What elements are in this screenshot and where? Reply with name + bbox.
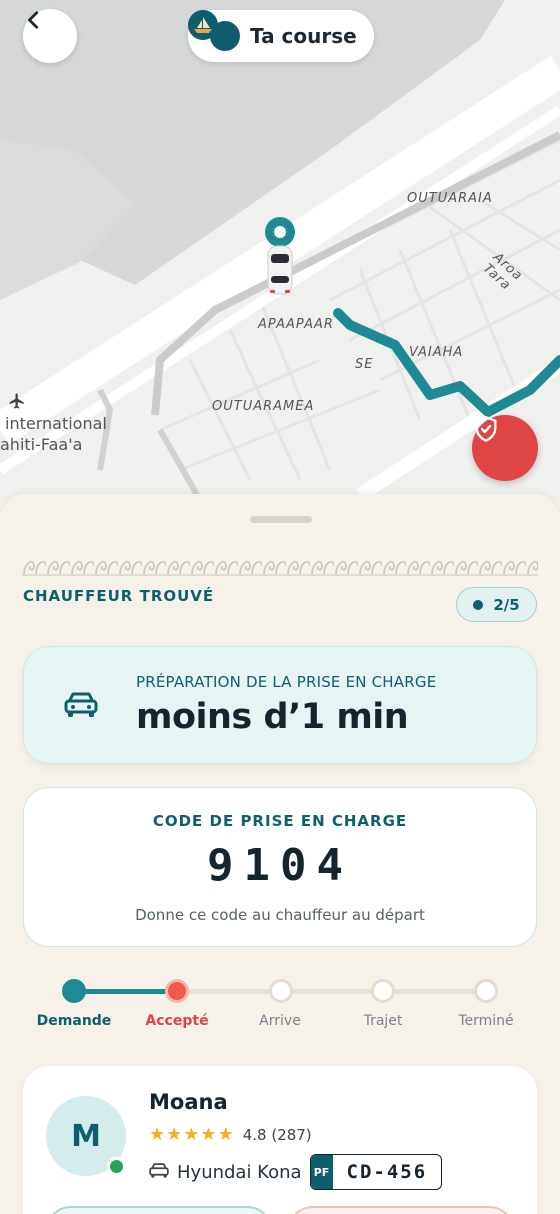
safety-button[interactable] <box>472 415 538 481</box>
progress-step-label: Terminé <box>458 1013 514 1029</box>
progress-step-node-arrive <box>269 979 293 1003</box>
avatar-initial: M <box>71 1118 101 1154</box>
progress-step-label: Trajet <box>363 1013 403 1029</box>
sheet-drag-handle[interactable] <box>250 516 312 523</box>
map-label-outuaramea: OUTUARAMEA <box>212 399 315 414</box>
online-status-dot <box>107 1157 126 1176</box>
call-button[interactable] <box>45 1206 273 1214</box>
car-marker-icon <box>264 216 298 296</box>
plate-country: PF <box>310 1155 333 1189</box>
step-badge: 2/5 <box>456 587 537 622</box>
ride-bottom-sheet[interactable]: CHAUFFEUR TROUVÉ 2/5 PRÉPARATION DE LA P… <box>0 494 560 1214</box>
map-label-apaapaar: APAAPAAR <box>258 317 334 332</box>
map-label-vaiaha: VAIAHA <box>409 345 464 360</box>
star-icon: ★ <box>217 1124 234 1145</box>
driver-card[interactable]: M Moana ★ ★ ★ ★ ★ 4.8 (287) Hyundai Kona <box>23 1066 537 1214</box>
step-dot <box>473 599 484 610</box>
back-button[interactable] <box>23 9 77 63</box>
map-view[interactable]: OUTUARAIA Aroa Tara APAAPAAR VAIAHA SE O… <box>0 0 560 500</box>
boat-logo-icon <box>188 10 240 51</box>
pickup-code-label: CODE DE PRISE EN CHARGE <box>152 812 408 830</box>
progress-step-label: Arrive <box>259 1013 301 1029</box>
map-label-outuaraia: OUTUARAIA <box>407 191 493 206</box>
star-icon: ★ <box>149 1124 166 1145</box>
rating-text: 4.8 (287) <box>242 1125 312 1144</box>
vehicle-info: Hyundai Kona PF CD-456 <box>149 1154 443 1190</box>
progress-step-label: Demande <box>36 1013 112 1029</box>
driver-rating: ★ ★ ★ ★ ★ 4.8 (287) <box>149 1124 312 1145</box>
pickup-code-hint: Donne ce code au chauffeur au départ <box>135 906 425 924</box>
pickup-code-card: CODE DE PRISE EN CHARGE 9104 Donne ce co… <box>23 787 537 947</box>
message-button[interactable] <box>287 1206 515 1214</box>
car-icon <box>64 689 98 723</box>
star-icon: ★ <box>183 1124 200 1145</box>
eta-label: PRÉPARATION DE LA PRISE EN CHARGE <box>136 673 437 691</box>
progress-step-node-accepte <box>165 979 189 1003</box>
ride-progress-tracker: Demande Accepté Arrive Trajet Terminé <box>0 977 560 1037</box>
map-label-airport-line2: ahiti-Faa'a <box>0 435 83 454</box>
ride-title-pill: Ta course <box>188 10 374 62</box>
car-icon <box>149 1161 169 1183</box>
star-icon: ★ <box>200 1124 217 1145</box>
eta-card: PRÉPARATION DE LA PRISE EN CHARGE moins … <box>23 646 537 764</box>
status-title: CHAUFFEUR TROUVÉ <box>23 587 215 605</box>
page-title: Ta course <box>250 24 357 48</box>
star-icon: ★ <box>166 1124 183 1145</box>
plate-number: CD-456 <box>346 1161 428 1183</box>
progress-step-node-termine <box>474 979 498 1003</box>
pickup-code-value: 9104 <box>207 840 353 891</box>
progress-step-label: Accepté <box>145 1013 209 1029</box>
map-label-airport-line1: international <box>5 414 107 433</box>
driver-name: Moana <box>149 1090 228 1114</box>
decorative-pattern <box>22 554 538 576</box>
license-plate: PF CD-456 <box>309 1154 443 1190</box>
vehicle-name: Hyundai Kona <box>177 1161 302 1183</box>
progress-step-node-trajet <box>371 979 395 1003</box>
step-count: 2/5 <box>493 595 520 614</box>
eta-value: moins d’1 min <box>136 697 409 737</box>
map-label-se: SE <box>355 357 374 372</box>
progress-fill <box>74 989 177 994</box>
progress-step-node-demande <box>62 979 86 1003</box>
